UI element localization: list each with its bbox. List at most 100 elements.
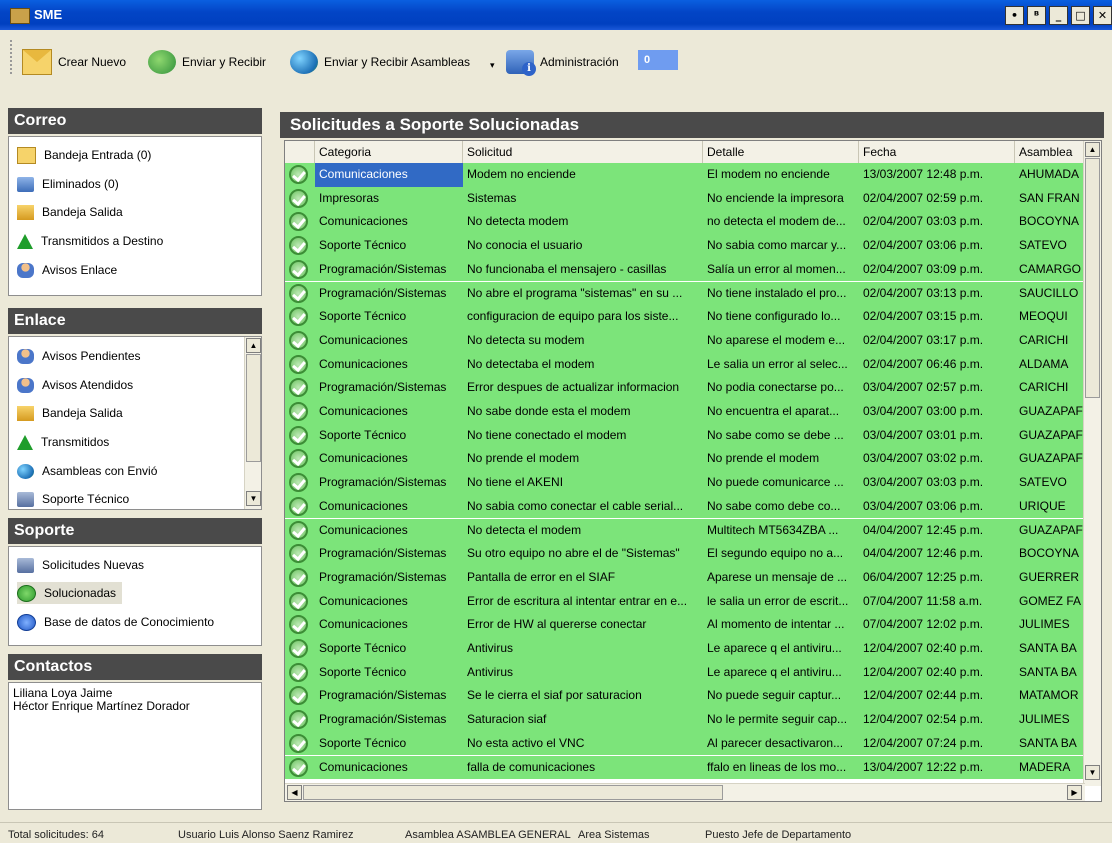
send-receive-assemblies-button[interactable]: Enviar y Recibir Asambleas bbox=[290, 48, 470, 76]
nav-item-pending-alerts[interactable]: Avisos Pendientes bbox=[17, 345, 141, 367]
table-cell: no detecta el modem de... bbox=[707, 214, 846, 229]
contact-name[interactable]: Héctor Enrique Martínez Dorador bbox=[13, 700, 257, 713]
table-row[interactable]: Programación/Sistemas No abre el programa… bbox=[285, 281, 1085, 306]
nav-item-new-requests[interactable]: Solicitudes Nuevas bbox=[17, 554, 144, 576]
maximize-button[interactable]: □ bbox=[1071, 6, 1090, 25]
column-header-icon[interactable] bbox=[285, 141, 315, 163]
grid-horizontal-scrollbar[interactable]: ◀ ▶ bbox=[285, 783, 1085, 801]
grid-title: Solicitudes a Soporte Solucionadas bbox=[280, 112, 1104, 138]
nav-item-knowledge-base[interactable]: Base de datos de Conocimiento bbox=[17, 611, 214, 633]
scroll-up-button[interactable]: ▲ bbox=[246, 338, 261, 353]
scroll-down-button[interactable]: ▼ bbox=[246, 491, 261, 506]
nav-item-outbox[interactable]: Bandeja Salida bbox=[17, 201, 123, 223]
pin-icon[interactable]: • bbox=[1005, 6, 1024, 25]
scroll-left-button[interactable]: ◀ bbox=[287, 785, 302, 800]
close-button[interactable]: ✕ bbox=[1093, 6, 1112, 25]
table-row[interactable]: Comunicaciones Error de HW al quererse co… bbox=[285, 613, 1085, 637]
scroll-up-button[interactable]: ▲ bbox=[1085, 142, 1100, 157]
table-row[interactable]: Programación/Sistemas Saturacion siaf No l… bbox=[285, 708, 1085, 732]
nav-item-technical-support[interactable]: Soporte Técnico bbox=[17, 488, 129, 509]
correo-header[interactable]: Correo bbox=[8, 108, 262, 134]
grid-vertical-scrollbar[interactable]: ▲ ▼ bbox=[1083, 141, 1101, 786]
nav-item-transmitted-destination[interactable]: Transmitidos a Destino bbox=[17, 230, 163, 252]
table-row[interactable]: Programación/Sistemas No funcionaba el me… bbox=[285, 257, 1085, 282]
nav-item-deleted[interactable]: Eliminados (0) bbox=[17, 173, 119, 195]
nav-item-attended-alerts[interactable]: Avisos Atendidos bbox=[17, 374, 133, 396]
minimize-button[interactable]: _ bbox=[1049, 6, 1068, 25]
create-new-button[interactable]: Crear Nuevo bbox=[22, 48, 126, 76]
table-cell: 02/04/2007 06:46 p.m. bbox=[863, 356, 984, 371]
nav-item-label: Bandeja Salida bbox=[42, 205, 123, 219]
contactos-header[interactable]: Contactos bbox=[8, 654, 262, 680]
table-cell: 04/04/2007 12:46 p.m. bbox=[863, 546, 984, 561]
check-icon bbox=[289, 520, 308, 540]
table-cell: Al parecer desactivaron... bbox=[707, 735, 844, 750]
nav-item-link-alerts[interactable]: Avisos Enlace bbox=[17, 259, 117, 281]
table-row[interactable]: Soporte Técnico No conocia el usuario No s… bbox=[285, 234, 1085, 258]
table-row[interactable]: Comunicaciones Modem no enciende El modem … bbox=[285, 163, 1085, 187]
table-row[interactable]: Comunicaciones falla de comunicaciones ffa… bbox=[285, 755, 1085, 780]
table-cell: Al momento de intentar ... bbox=[707, 617, 845, 632]
table-row[interactable]: Programación/Sistemas Pantalla de error e… bbox=[285, 565, 1085, 590]
table-row[interactable]: Soporte Técnico Antivirus Le aparece q el … bbox=[285, 637, 1085, 661]
table-row[interactable]: Programación/Sistemas Su otro equipo no a… bbox=[285, 542, 1085, 566]
table-row[interactable]: Impresoras Sistemas No enciende la impreso… bbox=[285, 186, 1085, 211]
table-row[interactable]: Programación/Sistemas Se le cierra el sia… bbox=[285, 684, 1085, 709]
nav-item-outbox-link[interactable]: Bandeja Salida bbox=[17, 402, 123, 424]
administration-button[interactable]: Administración bbox=[506, 48, 619, 76]
table-row[interactable]: Soporte Técnico No esta activo el VNC Al p… bbox=[285, 731, 1085, 756]
table-row[interactable]: Comunicaciones No detecta su modem No apar… bbox=[285, 328, 1085, 353]
table-row[interactable]: Comunicaciones No sabe donde esta el mode… bbox=[285, 400, 1085, 424]
table-row[interactable]: Programación/Sistemas No tiene el AKENI No… bbox=[285, 471, 1085, 495]
nav-item-transmitted[interactable]: Transmitidos bbox=[17, 431, 109, 453]
table-cell: No prende el modem bbox=[707, 451, 820, 466]
scroll-thumb[interactable] bbox=[246, 354, 261, 462]
send-receive-button[interactable]: Enviar y Recibir bbox=[148, 48, 266, 76]
soporte-header[interactable]: Soporte bbox=[8, 518, 262, 544]
nav-item-assemblies-sent[interactable]: Asambleas con Envió bbox=[17, 460, 157, 482]
scroll-down-button[interactable]: ▼ bbox=[1085, 765, 1100, 780]
enlace-header[interactable]: Enlace bbox=[8, 308, 262, 334]
table-row[interactable]: Comunicaciones No detecta el modem Multite… bbox=[285, 518, 1085, 543]
table-row[interactable]: Comunicaciones No sabia como conectar el … bbox=[285, 494, 1085, 519]
table-cell: No tiene instalado el pro... bbox=[707, 285, 847, 300]
restore-child-icon[interactable]: ᴮ bbox=[1027, 6, 1046, 25]
nav-item-solved[interactable]: Solucionadas bbox=[17, 582, 123, 604]
column-header-categoria[interactable]: Categoria bbox=[315, 141, 463, 163]
table-row[interactable]: Soporte Técnico Antivirus Le aparece q el … bbox=[285, 660, 1085, 685]
table-row[interactable]: Soporte Técnico configuracion de equipo p… bbox=[285, 305, 1085, 329]
enlace-scrollbar[interactable]: ▲ ▼ bbox=[244, 337, 261, 509]
toolbar-grip[interactable] bbox=[10, 40, 16, 74]
table-cell: CARICHI bbox=[1019, 332, 1069, 347]
assemblies-dropdown-arrow[interactable]: ▾ bbox=[490, 60, 495, 71]
nav-item-inbox[interactable]: Bandeja Entrada (0) bbox=[17, 144, 151, 166]
check-icon bbox=[289, 710, 308, 730]
table-cell: No sabe como debe co... bbox=[707, 498, 841, 513]
table-row[interactable]: Soporte Técnico No tiene conectado el mod… bbox=[285, 423, 1085, 448]
table-cell: Pantalla de error en el SIAF bbox=[467, 569, 616, 584]
table-cell: ffalo en lineas de los mo... bbox=[707, 759, 847, 774]
table-row[interactable]: Comunicaciones No detecta modem no detecta… bbox=[285, 210, 1085, 235]
scroll-right-button[interactable]: ▶ bbox=[1067, 785, 1082, 800]
table-row[interactable]: Comunicaciones Error de escritura al inte… bbox=[285, 589, 1085, 614]
check-icon bbox=[289, 402, 308, 421]
table-row[interactable]: Comunicaciones No prende el modem No prend… bbox=[285, 447, 1085, 472]
column-header-solicitud[interactable]: Solicitud bbox=[463, 141, 703, 163]
column-header-fecha[interactable]: Fecha bbox=[859, 141, 1015, 163]
scroll-thumb[interactable] bbox=[1085, 158, 1100, 398]
nav-item-label: Solucionadas bbox=[44, 586, 117, 600]
table-row[interactable]: Programación/Sistemas Error despues de ac… bbox=[285, 376, 1085, 400]
table-cell: SAN FRAN bbox=[1019, 190, 1080, 205]
table-cell: GUAZAPAF bbox=[1019, 427, 1083, 442]
envelope-icon bbox=[22, 49, 52, 75]
check-icon bbox=[289, 283, 308, 303]
table-cell: 03/04/2007 03:03 p.m. bbox=[863, 475, 984, 490]
column-header-asamblea[interactable]: Asamblea bbox=[1015, 141, 1085, 163]
scroll-thumb[interactable] bbox=[303, 785, 723, 800]
column-header-detalle[interactable]: Detalle bbox=[703, 141, 859, 163]
status-area: Area Sistemas bbox=[578, 829, 650, 841]
help-icon bbox=[17, 613, 36, 631]
table-row[interactable]: Comunicaciones No detectaba el modem Le sa… bbox=[285, 352, 1085, 377]
table-cell: Comunicaciones bbox=[319, 404, 408, 418]
table-cell: MATAMOR bbox=[1019, 688, 1079, 703]
